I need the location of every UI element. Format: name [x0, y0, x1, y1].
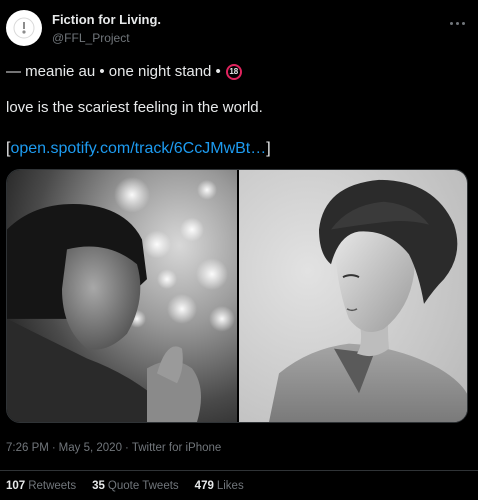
- more-horizontal-icon[interactable]: [446, 14, 468, 32]
- photo-left[interactable]: [7, 170, 237, 422]
- quote-tweets-stat[interactable]: 35 Quote Tweets: [92, 480, 179, 492]
- tweet-card: Fiction for Living. @FFL_Project — meani…: [0, 0, 478, 500]
- retweets-stat[interactable]: 107 Retweets: [6, 480, 76, 492]
- author-display-name[interactable]: Fiction for Living.: [52, 12, 161, 28]
- tweet-header: Fiction for Living. @FFL_Project: [6, 8, 472, 48]
- meta-separator: ·: [51, 442, 56, 454]
- avatar-logo-icon: [13, 17, 35, 39]
- tweet-text-line-2: love is the scariest feeling in the worl…: [6, 99, 263, 116]
- retweets-count: 107: [6, 480, 26, 492]
- likes-label: Likes: [216, 480, 244, 492]
- tweet-timestamp: 7:26 PM · May 5, 2020 · Twitter for iPhone: [6, 442, 221, 454]
- age-18-badge-icon: 18: [225, 64, 242, 80]
- tweet-text-line-3: [open.spotify.com/track/6CcJMwBt…]: [6, 139, 271, 159]
- author-handle[interactable]: @FFL_Project: [52, 30, 161, 46]
- photo-right[interactable]: [239, 170, 468, 422]
- tweet-date[interactable]: May 5, 2020: [59, 442, 122, 454]
- tweet-text-au: — meanie au • one night stand •: [6, 63, 221, 80]
- divider: [0, 470, 478, 471]
- meta-separator: ·: [124, 442, 129, 454]
- author-names: Fiction for Living. @FFL_Project: [52, 12, 161, 46]
- tweet-text-line-1: — meanie au • one night stand • 18: [6, 62, 242, 82]
- media-grid: [6, 169, 468, 423]
- tweet-source[interactable]: Twitter for iPhone: [132, 442, 221, 454]
- author-avatar[interactable]: [6, 10, 42, 46]
- likes-stat[interactable]: 479 Likes: [195, 480, 244, 492]
- quote-tweets-count: 35: [92, 480, 105, 492]
- quote-tweets-label: Quote Tweets: [107, 480, 179, 492]
- likes-count: 479: [194, 480, 214, 492]
- tweet-time[interactable]: 7:26 PM: [6, 442, 49, 454]
- retweets-label: Retweets: [28, 480, 77, 492]
- tweet-stats: 107 Retweets 35 Quote Tweets 479 Likes: [6, 480, 260, 492]
- bracket-close: ]: [266, 140, 271, 157]
- spotify-link[interactable]: open.spotify.com/track/6CcJMwBt…: [10, 140, 266, 157]
